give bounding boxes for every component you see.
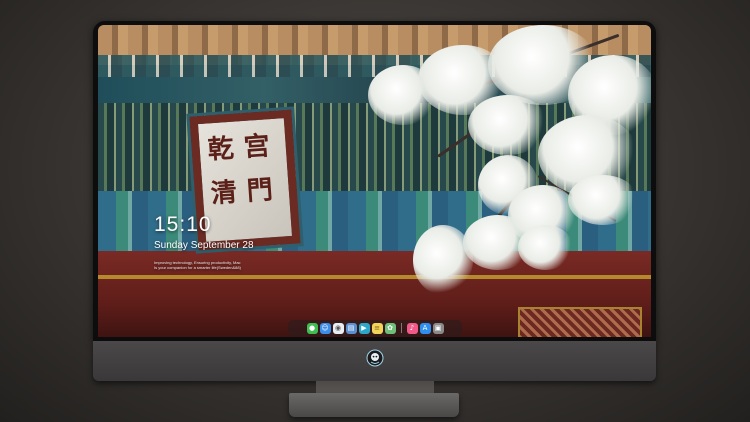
lock-date: Sunday September 28 xyxy=(154,240,254,251)
monitor: 乾 宫 清 門 15:10 Sunday September 28 Improv… xyxy=(93,21,656,381)
monitor-bezel: 乾 宫 清 門 15:10 Sunday September 28 Improv… xyxy=(93,21,656,341)
camera-icon[interactable]: ▣ xyxy=(432,322,444,334)
messages-icon[interactable]: ● xyxy=(306,322,318,334)
screen: 乾 宫 清 門 15:10 Sunday September 28 Improv… xyxy=(98,25,651,337)
dock-separator xyxy=(400,323,402,333)
app-store-icon[interactable]: A xyxy=(419,322,431,334)
safari-icon[interactable]: ◉ xyxy=(332,322,344,334)
music-icon[interactable]: ♪ xyxy=(406,322,418,334)
dock: ● ☺ ◉ ▤ ▶ ≡ ✿ ♪ A ▣ xyxy=(288,320,462,336)
brand-logo-icon xyxy=(366,349,384,367)
monitor-stand-base xyxy=(289,393,459,417)
photos-icon[interactable]: ✿ xyxy=(384,322,396,334)
lock-tagline: Is your companion for a smarter life(Swe… xyxy=(154,265,241,270)
preview-icon[interactable]: ▤ xyxy=(345,322,357,334)
finder-icon[interactable]: ☺ xyxy=(319,322,331,334)
lock-clock: 15:10 xyxy=(154,213,212,236)
notes-icon[interactable]: ≡ xyxy=(371,322,383,334)
clapper-icon[interactable]: ▶ xyxy=(358,322,370,334)
monitor-chin xyxy=(93,341,656,381)
